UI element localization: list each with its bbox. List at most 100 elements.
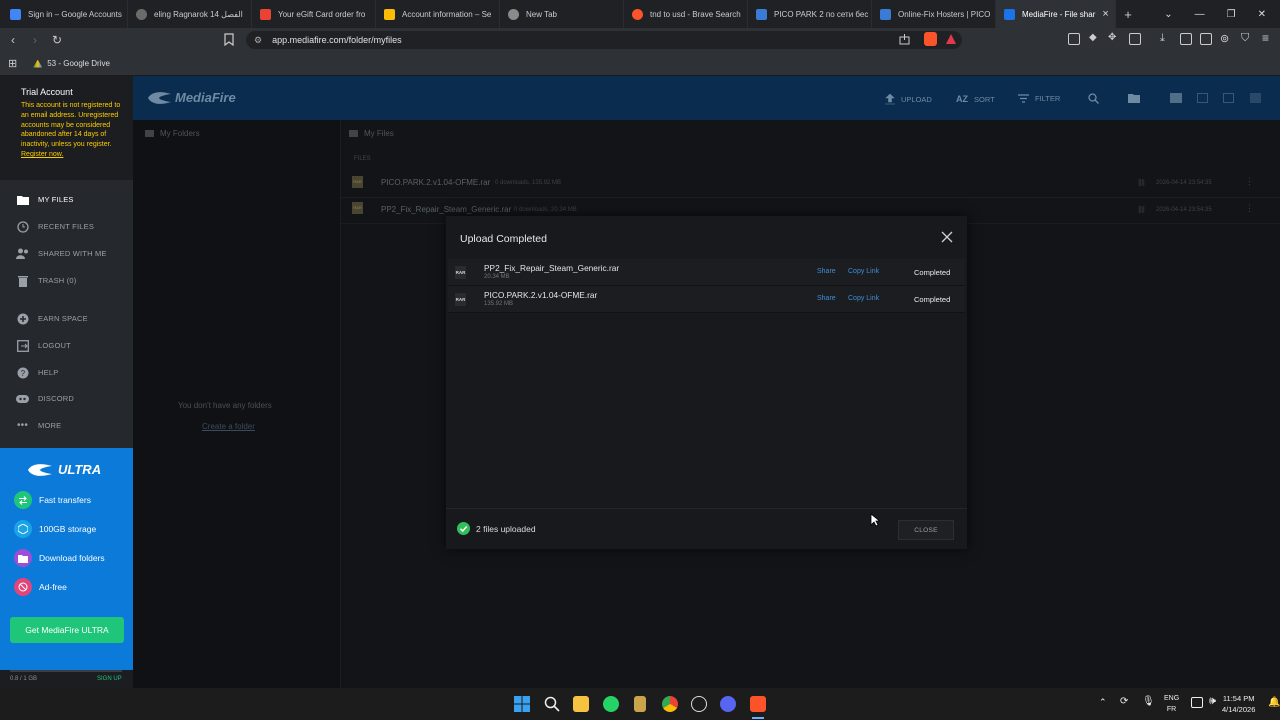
- bookmark-item[interactable]: 53 - Google Drive: [33, 59, 110, 68]
- shield-icon[interactable]: ⛉: [1241, 32, 1249, 45]
- volume-icon[interactable]: 🕪: [1209, 695, 1216, 708]
- back-icon[interactable]: ‹: [2, 33, 24, 47]
- copy-link[interactable]: Copy Link: [848, 295, 879, 302]
- app-icon[interactable]: [634, 696, 646, 712]
- minimize-icon[interactable]: —: [1195, 9, 1205, 20]
- more-vertical-icon[interactable]: ⋮: [1245, 203, 1254, 214]
- sidebar-toggle-icon[interactable]: [1180, 33, 1192, 45]
- site-icon: [880, 8, 891, 20]
- app-icon[interactable]: [691, 696, 707, 712]
- browser-tab[interactable]: tnd to usd - Brave Search: [624, 0, 748, 28]
- copy-link[interactable]: Copy Link: [848, 268, 879, 275]
- share-link[interactable]: Share: [817, 295, 836, 302]
- browser-tab[interactable]: New Tab: [500, 0, 624, 28]
- download-icon[interactable]: ⤓: [1160, 32, 1165, 45]
- empty-folders-text: You don't have any folders: [178, 401, 272, 410]
- wallet-icon[interactable]: [1200, 33, 1212, 45]
- url-text[interactable]: app.mediafire.com/folder/myfiles: [272, 35, 402, 45]
- details-view-icon[interactable]: [1250, 93, 1261, 103]
- site-icon: [756, 8, 767, 20]
- file-date: 2026-04-14 23:54:35: [1156, 207, 1212, 213]
- sidebar-item-shared-with-me[interactable]: SHARED WITH ME: [16, 247, 107, 260]
- extension-icon[interactable]: ✥: [1108, 32, 1116, 43]
- mediafire-logo[interactable]: MediaFire: [146, 90, 236, 105]
- new-tab-button[interactable]: +: [1116, 7, 1140, 22]
- close-icon[interactable]: [941, 231, 953, 243]
- share-icon[interactable]: [899, 34, 910, 45]
- more-vertical-icon[interactable]: ⋮: [1245, 176, 1254, 187]
- browser-tab[interactable]: Account information – Se: [376, 0, 500, 28]
- notification-bell-icon[interactable]: 🔔: [1268, 697, 1280, 708]
- link-icon[interactable]: ⛓: [1137, 179, 1146, 187]
- tile-view-icon[interactable]: [1223, 93, 1234, 103]
- close-tab-icon[interactable]: ×: [1102, 8, 1108, 20]
- chevron-down-icon[interactable]: ⌄: [1164, 9, 1172, 20]
- list-view-icon[interactable]: [1170, 93, 1182, 103]
- rar-file-icon: RAR: [455, 293, 466, 306]
- browser-tab-active[interactable]: MediaFire - File shar ×: [996, 0, 1116, 28]
- register-link[interactable]: Register now.: [21, 151, 63, 158]
- sidebar-item-earn-space[interactable]: EARN SPACE: [16, 312, 88, 325]
- search-icon[interactable]: [544, 696, 560, 712]
- filter-button[interactable]: FILTER: [1018, 94, 1060, 103]
- file-name[interactable]: PP2_Fix_Repair_Steam_Generic.rar: [381, 205, 511, 214]
- reload-icon[interactable]: ↻: [46, 33, 68, 47]
- menu-icon[interactable]: ≡: [1262, 31, 1269, 45]
- extension-icon[interactable]: [1129, 33, 1141, 45]
- file-explorer-icon[interactable]: [573, 696, 589, 712]
- browser-tab[interactable]: Online-Fix Hosters | PICO: [872, 0, 996, 28]
- network-icon[interactable]: [1191, 697, 1203, 708]
- microphone-icon[interactable]: 🎙: [1142, 696, 1155, 707]
- table-row[interactable]: RAR PICO.PARK.2.v1.04-OFME.rar 0 downloa…: [341, 172, 1280, 198]
- extension-icon[interactable]: [1068, 33, 1080, 45]
- bookmark-icon[interactable]: [224, 33, 234, 46]
- whatsapp-icon[interactable]: [603, 696, 619, 712]
- svg-text:?: ?: [20, 369, 25, 378]
- sidebar-item-discord[interactable]: DISCORD: [16, 392, 74, 405]
- sort-button[interactable]: AZ SORT: [956, 94, 995, 104]
- share-link[interactable]: Share: [817, 268, 836, 275]
- site-info-icon[interactable]: ⚙: [254, 35, 262, 46]
- sync-icon[interactable]: ⟳: [1120, 696, 1128, 707]
- brave-shield-icon[interactable]: [924, 32, 937, 46]
- file-name[interactable]: PICO.PARK.2.v1.04-OFME.rar: [381, 178, 490, 187]
- system-clock[interactable]: 11:54 PM 4/14/2026: [1222, 693, 1255, 715]
- browser-tab[interactable]: Your eGift Card order fro: [252, 0, 376, 28]
- browser-tab[interactable]: eling Ragnarok 14 الفصل: [128, 0, 252, 28]
- get-ultra-button[interactable]: Get MediaFire ULTRA: [10, 617, 124, 643]
- vpn-icon[interactable]: ⊚: [1220, 32, 1229, 45]
- close-window-icon[interactable]: ✕: [1258, 9, 1266, 20]
- chrome-icon[interactable]: [662, 696, 678, 712]
- windows-start-icon[interactable]: [514, 696, 530, 712]
- signup-link[interactable]: SIGN UP: [97, 676, 122, 682]
- upload-status: Completed: [914, 268, 951, 277]
- new-folder-icon[interactable]: [1128, 93, 1140, 103]
- sidebar-item-more[interactable]: ••• MORE: [16, 419, 61, 432]
- sidebar-item-logout[interactable]: LOGOUT: [16, 339, 71, 352]
- forward-icon[interactable]: ›: [24, 33, 46, 47]
- discord-icon: [16, 392, 29, 405]
- restore-icon[interactable]: ❐: [1227, 9, 1236, 20]
- address-bar[interactable]: ⚙ app.mediafire.com/folder/myfiles: [246, 31, 962, 49]
- chevron-up-icon[interactable]: ⌃: [1099, 697, 1107, 708]
- create-folder-link[interactable]: Create a folder: [202, 422, 255, 431]
- search-icon[interactable]: [1088, 93, 1099, 104]
- discord-icon[interactable]: [720, 696, 736, 712]
- apps-icon[interactable]: ⊞: [8, 57, 17, 70]
- close-button[interactable]: CLOSE: [898, 520, 954, 540]
- files-section-label: FILES: [354, 156, 371, 162]
- sidebar-item-my-files[interactable]: MY FILES: [16, 193, 74, 206]
- browser-tab[interactable]: PICO PARK 2 по сети бес: [748, 0, 872, 28]
- sidebar-item-help[interactable]: ? HELP: [16, 366, 58, 379]
- brave-icon[interactable]: [750, 696, 766, 712]
- brave-rewards-icon[interactable]: [945, 33, 957, 45]
- sidebar-item-trash[interactable]: TRASH (0): [16, 274, 76, 287]
- sidebar-item-recent-files[interactable]: RECENT FILES: [16, 220, 94, 233]
- grid-view-icon[interactable]: [1197, 93, 1208, 103]
- rar-file-icon: RAR: [352, 176, 363, 188]
- extension-icon[interactable]: ◆: [1089, 32, 1097, 43]
- browser-tab[interactable]: Sign in – Google Accounts: [2, 0, 128, 28]
- link-icon[interactable]: ⛓: [1137, 206, 1146, 214]
- upload-button[interactable]: UPLOAD: [885, 94, 932, 105]
- language-indicator[interactable]: ENG FR: [1164, 693, 1179, 715]
